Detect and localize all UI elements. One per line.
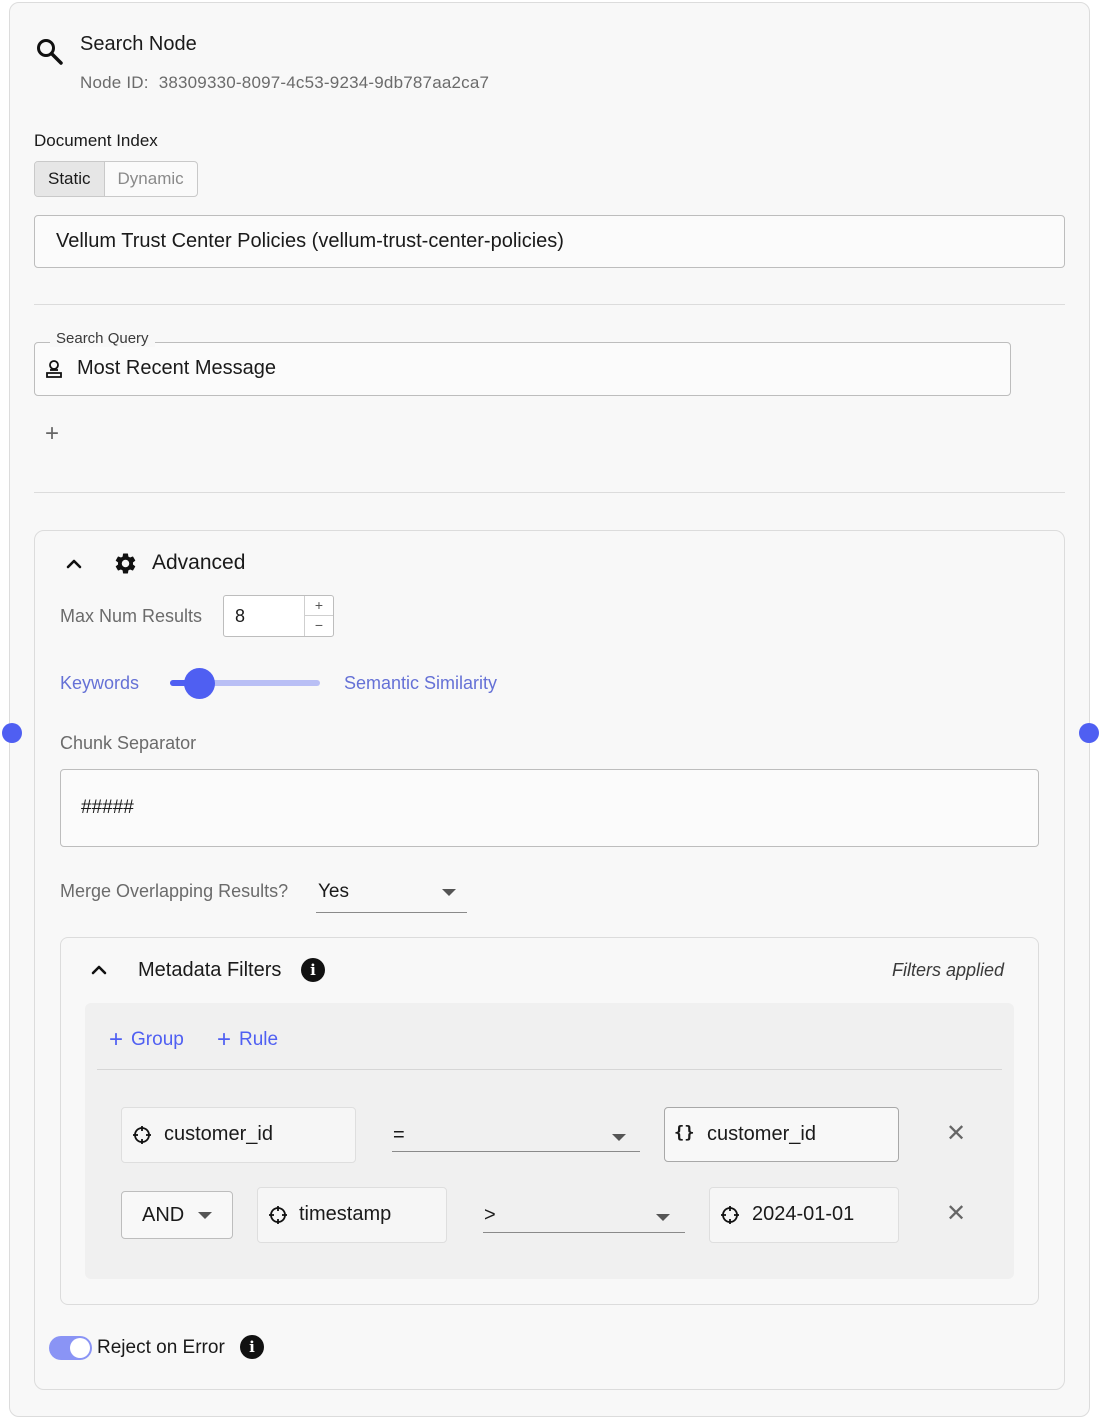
- document-index-label: Document Index: [34, 131, 158, 150]
- max-num-results-stepper: + −: [304, 596, 333, 636]
- stepper-increment-button[interactable]: +: [305, 596, 333, 616]
- document-index-select[interactable]: Vellum Trust Center Policies (vellum-tru…: [34, 215, 1065, 268]
- filters-status: Filters applied: [892, 960, 1005, 980]
- mode-dynamic-button[interactable]: Dynamic: [105, 162, 197, 196]
- plus-icon: +: [109, 1026, 124, 1053]
- add-group-button[interactable]: + Group: [109, 1024, 184, 1053]
- crosshair-icon: [269, 1206, 287, 1224]
- chunk-separator-input[interactable]: [60, 769, 1039, 847]
- chevron-up-icon[interactable]: [90, 961, 108, 979]
- reject-on-error-toggle[interactable]: [49, 1336, 92, 1360]
- remove-rule-button[interactable]: ✕: [946, 1122, 966, 1146]
- rule-operator-value: >: [484, 1204, 496, 1226]
- remove-rule-button[interactable]: ✕: [946, 1202, 966, 1226]
- crosshair-icon: [721, 1206, 739, 1224]
- rule-field-value: customer_id: [164, 1123, 273, 1145]
- rule-connector-value: AND: [142, 1204, 185, 1226]
- merge-overlapping-label: Merge Overlapping Results?: [60, 881, 289, 901]
- plus-icon: +: [217, 1026, 232, 1053]
- gear-icon: [115, 553, 136, 574]
- divider: [97, 1069, 1002, 1070]
- user-input-icon: [46, 360, 62, 378]
- rule-value-text: customer_id: [707, 1123, 816, 1145]
- chevron-down-icon: [442, 889, 456, 896]
- divider: [34, 492, 1065, 493]
- mode-static-button[interactable]: Static: [35, 162, 105, 196]
- chevron-down-icon: [198, 1212, 212, 1219]
- node-id-label: Node ID:: [80, 73, 149, 92]
- add-query-button[interactable]: +: [45, 422, 59, 446]
- rule-field-value: timestamp: [299, 1203, 392, 1225]
- rule-value-text: 2024-01-01: [752, 1203, 855, 1225]
- chunk-separator-value: #####: [81, 797, 134, 818]
- rule-operator-select[interactable]: [483, 1203, 685, 1233]
- advanced-title: Advanced: [152, 551, 246, 574]
- max-num-results-label: Max Num Results: [60, 606, 203, 626]
- output-connection-handle[interactable]: [1079, 723, 1099, 743]
- chevron-down-icon: [656, 1214, 670, 1221]
- search-query-value: Most Recent Message: [77, 357, 276, 379]
- node-id: Node ID: 38309330-8097-4c53-9234-9db787aa…: [80, 73, 489, 93]
- variable-braces-icon: {}: [674, 1123, 695, 1143]
- chevron-down-icon: [612, 1134, 626, 1141]
- info-icon[interactable]: i: [301, 958, 325, 982]
- stepper-decrement-button[interactable]: −: [305, 616, 333, 636]
- add-group-label: Group: [131, 1029, 184, 1050]
- metadata-filters-title: Metadata Filters: [138, 959, 282, 981]
- chevron-up-icon[interactable]: [65, 555, 83, 573]
- chunk-separator-label: Chunk Separator: [60, 733, 197, 753]
- slider-keywords-label: Keywords: [60, 673, 140, 693]
- reject-on-error-label: Reject on Error: [97, 1337, 225, 1358]
- node-id-value: 38309330-8097-4c53-9234-9db787aa2ca7: [158, 73, 490, 92]
- toggle-knob: [70, 1338, 90, 1358]
- search-query-legend: Search Query: [50, 330, 155, 347]
- weighting-slider-thumb[interactable]: [184, 668, 215, 699]
- input-connection-handle[interactable]: [2, 723, 22, 743]
- slider-semantic-label: Semantic Similarity: [344, 673, 498, 693]
- rule-operator-value: =: [393, 1124, 405, 1146]
- merge-overlapping-value: Yes: [318, 881, 349, 902]
- search-icon: [37, 39, 63, 65]
- max-num-results-value: 8: [235, 606, 246, 626]
- add-rule-button[interactable]: + Rule: [217, 1024, 279, 1053]
- node-title: Search Node: [80, 33, 197, 55]
- crosshair-icon: [133, 1126, 151, 1144]
- rule-operator-select[interactable]: [392, 1122, 640, 1152]
- document-index-mode-toggle: Static Dynamic: [34, 161, 198, 197]
- add-rule-label: Rule: [239, 1029, 279, 1050]
- info-icon[interactable]: i: [240, 1335, 264, 1359]
- divider: [34, 304, 1065, 305]
